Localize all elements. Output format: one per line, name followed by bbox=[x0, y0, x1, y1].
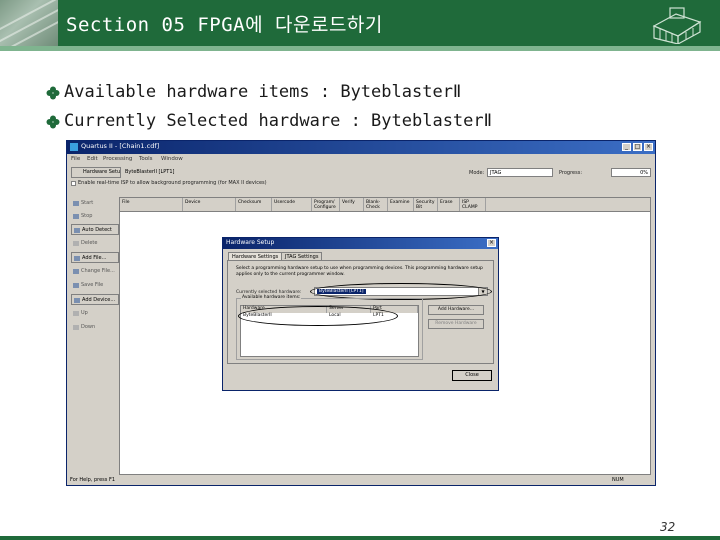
diamond-bullet-icon bbox=[46, 115, 60, 128]
dialog-close-icon[interactable]: × bbox=[487, 239, 496, 247]
col-examine[interactable]: Examine bbox=[388, 198, 414, 211]
col-checksum[interactable]: Checksum bbox=[236, 198, 272, 211]
menu-edit[interactable]: Edit bbox=[87, 156, 98, 162]
maximize-icon[interactable]: □ bbox=[633, 143, 642, 151]
hardware-value: ByteBlasterII [LPT1] bbox=[125, 169, 175, 175]
auto-detect-icon bbox=[74, 228, 80, 233]
window-titlebar: Quartus II - [Chain1.cdf] _ □ × bbox=[67, 141, 655, 154]
bullet-item: Currently Selected hardware : Byteblaste… bbox=[46, 107, 492, 136]
start-button[interactable]: Start bbox=[71, 198, 119, 209]
delete-button[interactable]: Delete bbox=[71, 238, 119, 249]
col-blank-check[interactable]: Blank- Check bbox=[364, 198, 388, 211]
stop-icon bbox=[73, 214, 79, 219]
button-label: Down bbox=[81, 324, 96, 330]
programmer-toolbar: Hardware Setup... ByteBlasterII [LPT1] M… bbox=[67, 165, 655, 186]
add-file-button[interactable]: Add File... bbox=[71, 252, 119, 263]
page-number: 32 bbox=[660, 520, 676, 534]
col-file[interactable]: File bbox=[120, 198, 183, 211]
dialog-close-button[interactable]: Close bbox=[452, 370, 492, 381]
up-arrow-icon bbox=[73, 311, 79, 316]
available-hardware-label: Available hardware items: bbox=[241, 295, 302, 300]
menu-window[interactable]: Window bbox=[161, 156, 183, 162]
menu-tools[interactable]: Tools bbox=[139, 156, 153, 162]
col-isp-clamp[interactable]: ISP CLAMP bbox=[460, 198, 486, 211]
minimize-icon[interactable]: _ bbox=[622, 143, 631, 151]
table-header: File Device Checksum Usercode Program/ C… bbox=[120, 198, 650, 212]
button-label: Auto Detect bbox=[82, 227, 112, 233]
bullet-item: Available hardware items : ByteblasterⅡ bbox=[46, 78, 492, 107]
add-device-icon bbox=[74, 298, 80, 303]
mode-label: Mode: bbox=[469, 170, 485, 176]
delete-icon bbox=[73, 241, 79, 246]
remove-hardware-button[interactable]: Remove Hardware bbox=[428, 319, 484, 329]
add-device-button[interactable]: Add Device... bbox=[71, 294, 119, 305]
realtime-isp-label: Enable real-time ISP to allow background… bbox=[78, 180, 267, 186]
save-file-button[interactable]: Save File bbox=[71, 280, 119, 291]
status-text: For Help, press F1 bbox=[70, 477, 116, 483]
progress-field: 0% bbox=[611, 168, 651, 177]
hardware-setup-button[interactable]: Hardware Setup... bbox=[71, 167, 121, 178]
footer-bar bbox=[0, 536, 720, 540]
play-icon bbox=[73, 201, 79, 206]
dialog-titlebar: Hardware Setup × bbox=[223, 238, 498, 249]
change-file-button[interactable]: Change File... bbox=[71, 266, 119, 277]
button-label: Add File... bbox=[82, 255, 107, 261]
diamond-bullet-icon bbox=[46, 86, 60, 99]
tab-panel: Select a programming hardware setup to u… bbox=[227, 260, 494, 364]
button-label: Save File bbox=[81, 282, 104, 288]
header-accent-bar bbox=[0, 46, 720, 51]
menu-processing[interactable]: Processing bbox=[103, 156, 132, 162]
button-label: Up bbox=[81, 310, 88, 316]
col-program[interactable]: Program/ Configure bbox=[312, 198, 340, 211]
button-label: Start bbox=[81, 200, 94, 206]
col-usercode[interactable]: Usercode bbox=[272, 198, 312, 211]
dialog-title: Hardware Setup bbox=[226, 239, 275, 246]
button-label: Delete bbox=[81, 240, 98, 246]
quartus-window: Quartus II - [Chain1.cdf] _ □ × File Edi… bbox=[66, 140, 656, 486]
add-hardware-button[interactable]: Add Hardware... bbox=[428, 305, 484, 315]
status-num: NUM bbox=[612, 477, 624, 483]
col-device[interactable]: Device bbox=[183, 198, 236, 211]
dialog-description: Select a programming hardware setup to u… bbox=[236, 266, 483, 277]
auto-detect-button[interactable]: Auto Detect bbox=[71, 224, 119, 235]
building-logo-icon bbox=[652, 7, 702, 44]
col-erase[interactable]: Erase bbox=[438, 198, 460, 211]
close-icon[interactable]: × bbox=[644, 143, 653, 151]
slide-header: Section 05 FPGA에 다운로드하기 bbox=[0, 0, 720, 46]
down-button[interactable]: Down bbox=[71, 322, 119, 333]
slide-title: Section 05 FPGA에 다운로드하기 bbox=[66, 14, 383, 36]
mode-select[interactable]: JTAG bbox=[487, 168, 553, 177]
status-bar: For Help, press F1 NUM bbox=[67, 476, 655, 485]
realtime-isp-checkbox[interactable] bbox=[71, 181, 76, 186]
window-title: Quartus II - [Chain1.cdf] bbox=[81, 142, 160, 150]
hardware-setup-dialog: Hardware Setup × Hardware Settings JTAG … bbox=[222, 237, 499, 391]
highlight-oval bbox=[238, 306, 398, 326]
col-verify[interactable]: Verify bbox=[340, 198, 364, 211]
button-label: Stop bbox=[81, 213, 93, 219]
menu-file[interactable]: File bbox=[71, 156, 80, 162]
menu-bar: File Edit Processing Tools Window bbox=[67, 155, 655, 164]
app-icon bbox=[70, 143, 78, 151]
button-label: Change File... bbox=[81, 268, 115, 274]
stop-button[interactable]: Stop bbox=[71, 211, 119, 222]
change-file-icon bbox=[73, 269, 79, 274]
up-button[interactable]: Up bbox=[71, 308, 119, 319]
progress-label: Progress: bbox=[559, 170, 583, 176]
add-file-icon bbox=[74, 256, 80, 261]
bullet-text: Currently Selected hardware : Byteblaste… bbox=[64, 111, 492, 131]
save-icon bbox=[73, 283, 79, 288]
header-decoration bbox=[0, 0, 58, 46]
bullet-text: Available hardware items : ByteblasterⅡ bbox=[64, 82, 462, 102]
down-arrow-icon bbox=[73, 325, 79, 330]
button-label: Add Device... bbox=[82, 297, 116, 303]
bullet-list: Available hardware items : ByteblasterⅡ … bbox=[46, 78, 492, 136]
col-security-bit[interactable]: Security Bit bbox=[414, 198, 438, 211]
